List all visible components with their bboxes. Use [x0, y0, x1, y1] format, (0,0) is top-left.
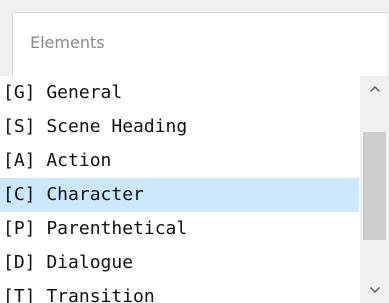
panel-title: Elements [30, 33, 105, 52]
list-item-character[interactable]: [C] Character [0, 178, 359, 212]
scroll-thumb[interactable] [363, 132, 386, 240]
scroll-down-button[interactable] [360, 277, 389, 303]
scroll-up-button[interactable] [360, 76, 389, 102]
chevron-up-icon [369, 85, 381, 93]
scroll-track[interactable] [360, 102, 389, 277]
chevron-down-icon [369, 286, 381, 294]
vertical-scrollbar[interactable] [360, 76, 389, 303]
list-item-transition[interactable]: [T] Transition [0, 280, 359, 303]
list-item-action[interactable]: [A] Action [0, 144, 359, 178]
elements-listbox[interactable]: [G] General [S] Scene Heading [A] Action… [0, 76, 360, 303]
list-item-parenthetical[interactable]: [P] Parenthetical [0, 212, 359, 246]
list-item-general[interactable]: [G] General [0, 76, 359, 110]
list-item-scene-heading[interactable]: [S] Scene Heading [0, 110, 359, 144]
list-item-dialogue[interactable]: [D] Dialogue [0, 246, 359, 280]
elements-panel: Elements [G] General [S] Scene Heading [… [0, 0, 389, 303]
